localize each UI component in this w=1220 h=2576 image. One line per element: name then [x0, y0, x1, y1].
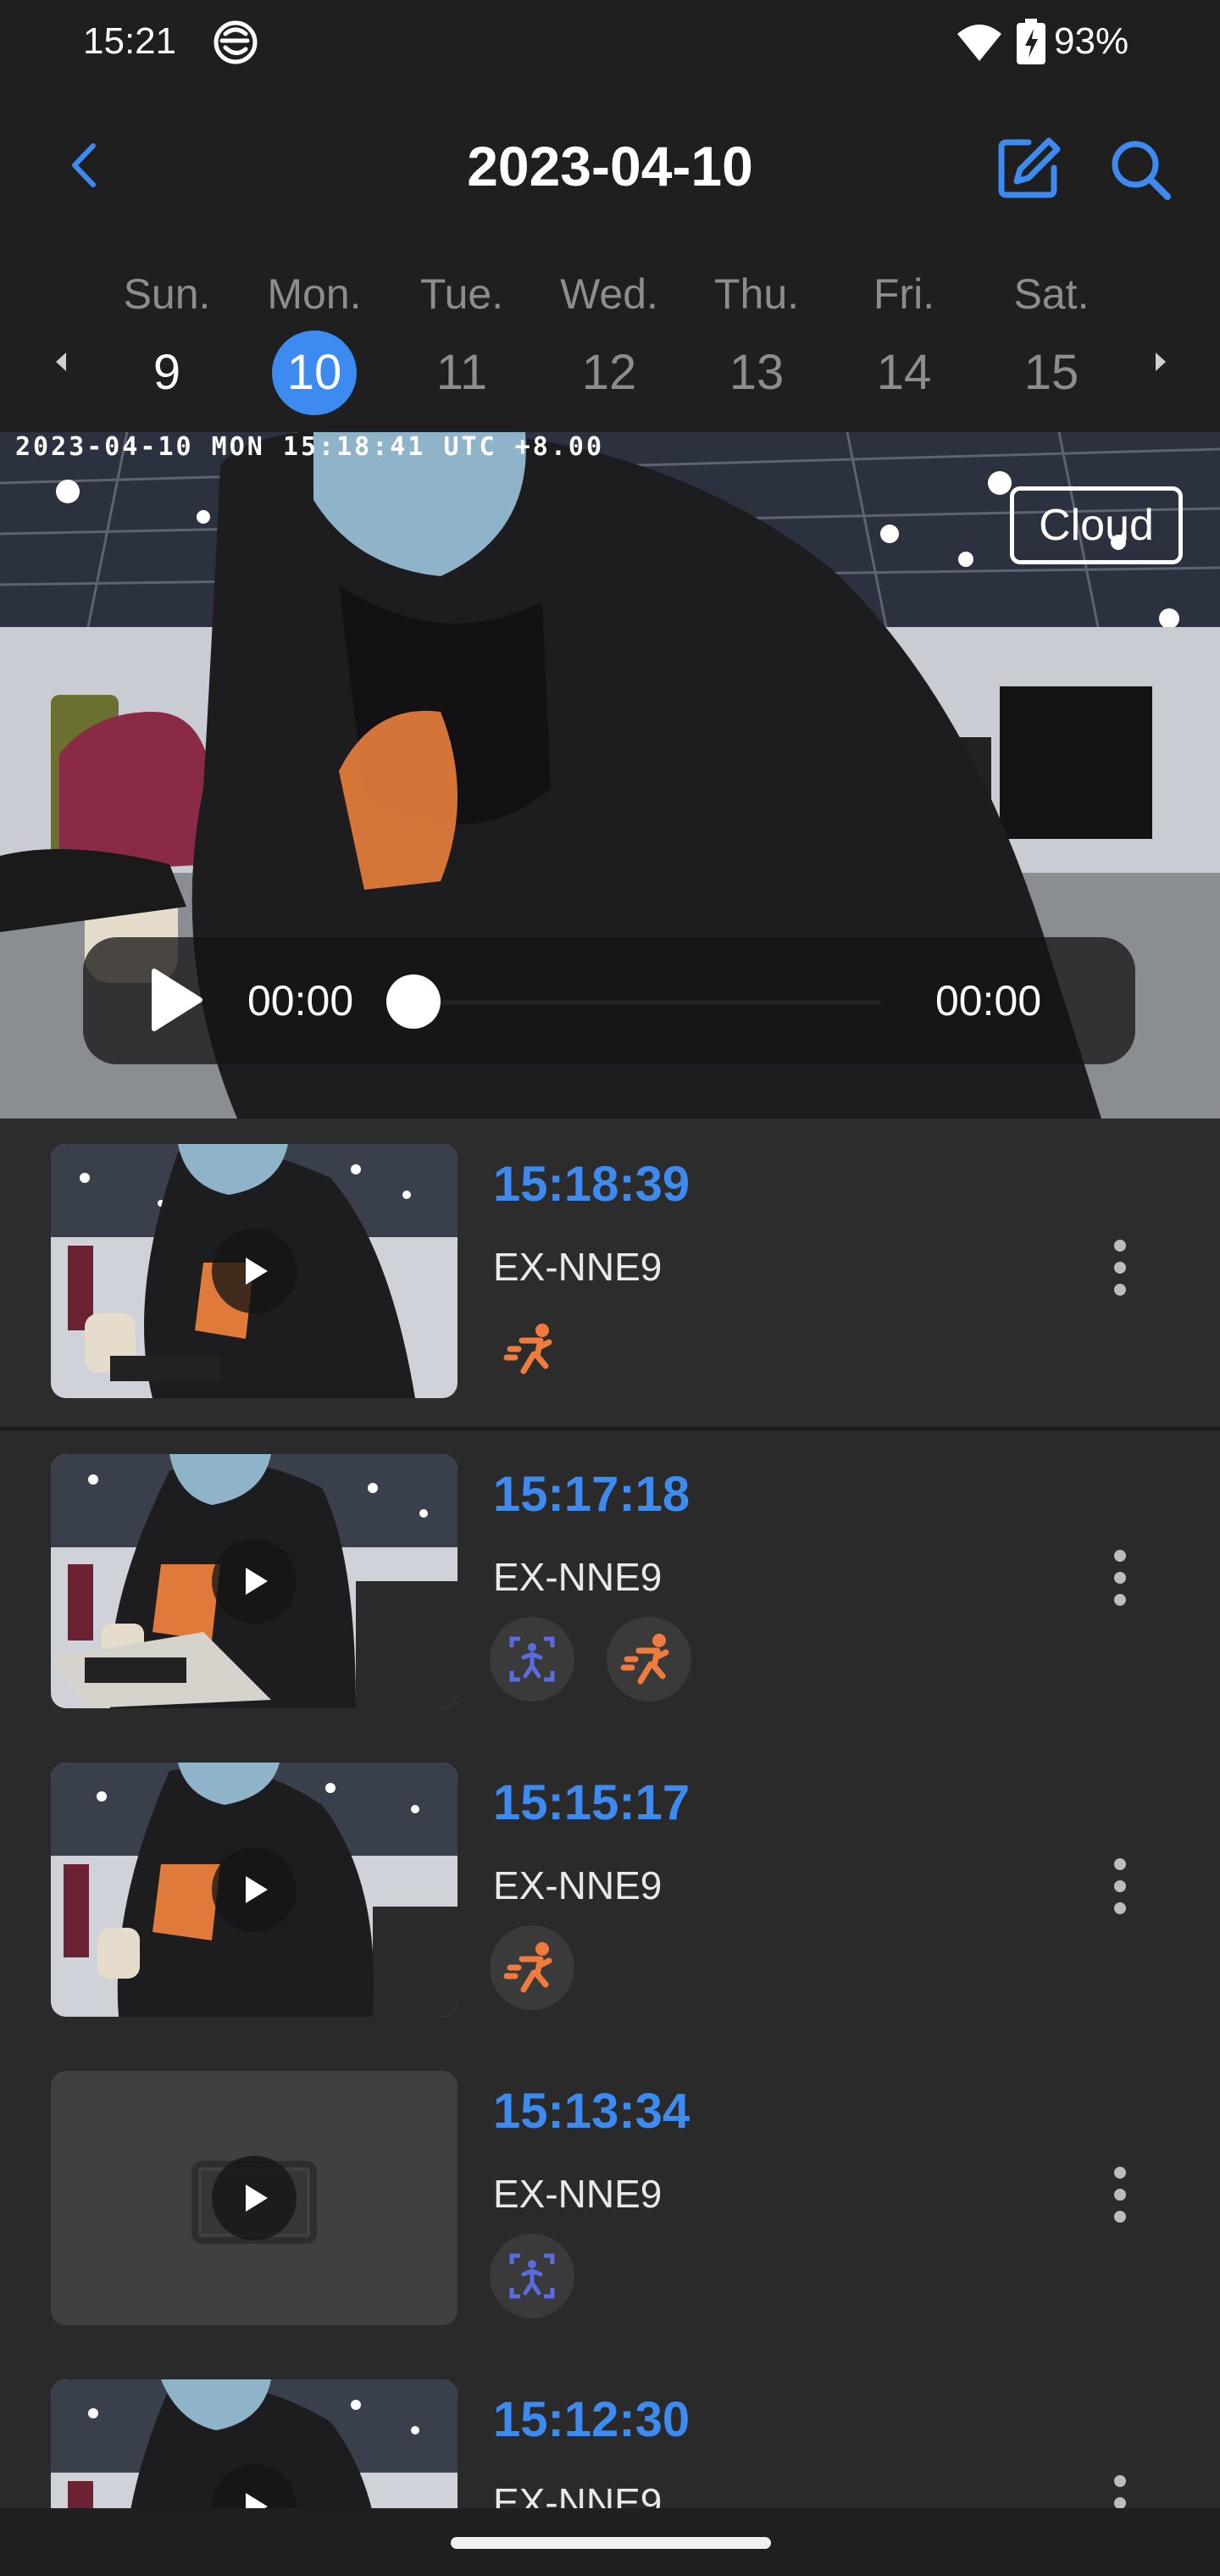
day-sat[interactable]: Sat. 15: [996, 264, 1106, 415]
day-name: Thu.: [713, 270, 800, 318]
event-time: 15:13:34: [493, 2084, 690, 2139]
day-number: 13: [729, 345, 785, 400]
day-number: 11: [435, 345, 488, 400]
prev-week-arrow-icon[interactable]: [49, 349, 75, 375]
video-timestamp-osd: 2023-04-10 MON 15:18:41 UTC +8.00: [15, 432, 605, 462]
motion-running-icon: [490, 1925, 574, 2010]
device-name: EX-NNE9: [493, 1555, 663, 1599]
battery-percent: 93%: [1054, 20, 1129, 62]
device-name: EX-NNE9: [493, 2172, 663, 2216]
day-name: Fri.: [873, 270, 935, 318]
day-thu[interactable]: Thu. 13: [702, 264, 812, 415]
day-fri[interactable]: Fri. 14: [849, 264, 959, 415]
day-number-selected: 10: [272, 330, 357, 415]
event-thumbnail[interactable]: [51, 1454, 458, 1708]
thumbnail-play-icon: [212, 2156, 297, 2240]
list-item[interactable]: 15:17:18 EX-NNE9: [0, 1430, 1220, 1739]
search-button[interactable]: [1106, 136, 1174, 203]
day-number: 9: [152, 345, 181, 400]
battery-charging-icon: [1017, 19, 1045, 64]
more-options-button[interactable]: [1101, 1544, 1139, 1612]
thumbnail-play-icon: [212, 1229, 297, 1313]
more-options-button[interactable]: [1101, 2161, 1139, 2229]
event-thumbnail[interactable]: [51, 1763, 458, 2017]
device-name: EX-NNE9: [493, 1863, 663, 1907]
progress-knob[interactable]: [386, 974, 441, 1029]
motion-running-icon: [607, 1617, 691, 1702]
edit-icon: [998, 137, 1061, 198]
event-thumbnail[interactable]: [51, 2379, 458, 2508]
event-list: 15:18:39 EX-NNE9 15:17:18 EX-NNE9 15:15:…: [0, 1119, 1220, 2508]
person-detect-icon: [490, 2234, 574, 2318]
list-item[interactable]: 15:15:17 EX-NNE9: [0, 1739, 1220, 2047]
day-wed[interactable]: Wed. 12: [554, 264, 664, 415]
progress-track[interactable]: [415, 1000, 881, 1005]
wifi-icon: [957, 25, 1001, 61]
day-name: Sun.: [123, 270, 211, 318]
status-time: 15:21: [83, 20, 177, 62]
day-number: 12: [581, 345, 637, 400]
more-options-button[interactable]: [1101, 1852, 1139, 1920]
current-time: 00:00: [247, 977, 354, 1024]
day-number: 15: [1023, 345, 1079, 400]
event-time: 15:17:18: [493, 1467, 690, 1522]
event-thumbnail-placeholder[interactable]: [51, 2071, 458, 2325]
day-sun[interactable]: Sun. 9: [112, 264, 222, 415]
event-time: 15:12:30: [493, 2392, 690, 2447]
list-item[interactable]: 15:13:34 EX-NNE9: [0, 2047, 1220, 2356]
day-mon[interactable]: Mon. 10: [259, 264, 369, 415]
day-number: 14: [876, 345, 932, 400]
edit-button[interactable]: [996, 136, 1061, 200]
more-options-button[interactable]: [1101, 1234, 1139, 1302]
more-options-button[interactable]: [1101, 2469, 1139, 2508]
total-time: 00:00: [935, 977, 1042, 1024]
event-time: 15:18:39: [493, 1157, 690, 1212]
device-name: EX-NNE9: [493, 1245, 663, 1289]
event-time: 15:15:17: [493, 1775, 690, 1830]
day-name: Tue.: [419, 270, 504, 318]
list-item[interactable]: 15:18:39 EX-NNE9: [0, 1119, 1220, 1427]
next-week-arrow-icon[interactable]: [1147, 349, 1173, 375]
search-icon: [1112, 141, 1171, 200]
thumbnail-play-icon: [212, 1539, 297, 1624]
thumbnail-play-icon: [212, 1847, 297, 1932]
cloud-badge: Cloud: [1010, 486, 1183, 564]
person-detect-icon: [490, 1617, 574, 1702]
device-name: EX-NNE9: [493, 2480, 663, 2508]
motion-running-icon: [490, 1307, 574, 1391]
day-name: Wed.: [560, 270, 658, 318]
e-circle-icon: [214, 20, 258, 64]
home-gesture-handle[interactable]: [451, 2537, 771, 2549]
list-item[interactable]: 15:12:30 EX-NNE9: [0, 2356, 1220, 2508]
day-name: Mon.: [267, 270, 362, 318]
day-tue[interactable]: Tue. 11: [407, 264, 517, 415]
day-name: Sat.: [1013, 270, 1090, 318]
event-thumbnail[interactable]: [51, 1144, 458, 1398]
play-button[interactable]: [146, 966, 205, 1034]
